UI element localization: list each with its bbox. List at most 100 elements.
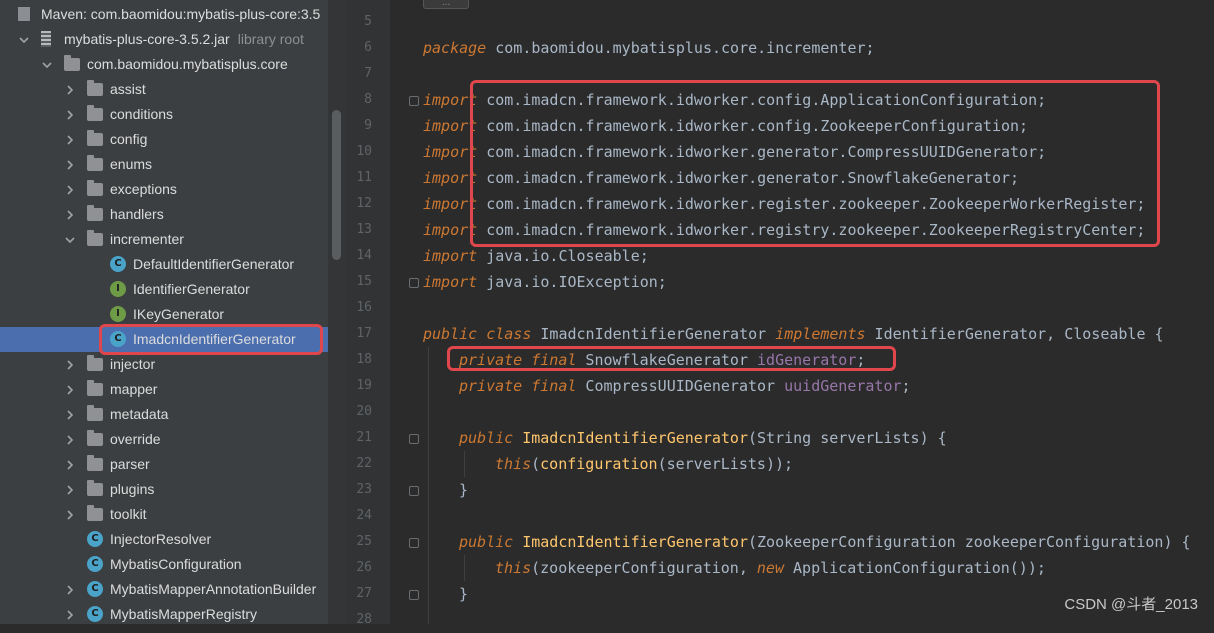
line-number[interactable]: 12	[346, 191, 372, 217]
tree-row-plugins[interactable]: plugins	[0, 477, 328, 502]
chevron-down-icon[interactable]	[41, 59, 53, 71]
tree-row-assist[interactable]: assist	[0, 77, 328, 102]
chevron-right-icon[interactable]	[64, 584, 76, 596]
chevron-right-icon[interactable]	[64, 209, 76, 221]
tree-label: Maven: com.baomidou:mybatis-plus-core:3.…	[41, 6, 321, 22]
line-number[interactable]: 19	[346, 373, 372, 399]
param-name: zookeeperConfiguration	[964, 533, 1164, 551]
line-number[interactable]: 14	[346, 243, 372, 269]
line-number[interactable]: 6	[346, 35, 372, 61]
line-number[interactable]: 22	[346, 451, 372, 477]
tree-row-package[interactable]: com.baomidou.mybatisplus.core	[0, 52, 328, 77]
tree-row-parser[interactable]: parser	[0, 452, 328, 477]
folder-icon	[87, 355, 103, 371]
line-number[interactable]: 11	[346, 165, 372, 191]
chevron-right-icon[interactable]	[64, 159, 76, 171]
chevron-right-icon[interactable]	[64, 184, 76, 196]
code-line-close-brace[interactable]: }	[423, 477, 468, 503]
tree-scrollbar[interactable]	[332, 110, 341, 260]
library-root-tag: library root	[237, 31, 304, 47]
tree-row-handlers[interactable]: handlers	[0, 202, 328, 227]
code-line-ctor1[interactable]: public ImadcnIdentifierGenerator(String …	[423, 425, 947, 451]
line-number[interactable]: 7	[346, 61, 372, 87]
chevron-right-icon[interactable]	[64, 509, 76, 521]
line-number[interactable]: 17	[346, 321, 372, 347]
chevron-down-icon[interactable]	[64, 234, 76, 246]
tree-row-override[interactable]: override	[0, 427, 328, 452]
tree-row-mybatismapperregistry[interactable]: C MybatisMapperRegistry	[0, 602, 328, 624]
line-number[interactable]: 16	[346, 295, 372, 321]
code-line-field-uuidgenerator[interactable]: private final CompressUUIDGenerator uuid…	[423, 373, 911, 399]
line-number[interactable]: 28	[346, 607, 372, 633]
code-line-ctor2-body[interactable]: this(zookeeperConfiguration, new Applica…	[423, 555, 1046, 581]
type-name: CompressUUIDGenerator	[576, 377, 785, 395]
tree-row-mybatismapperannotationbuilder[interactable]: C MybatisMapperAnnotationBuilder	[0, 577, 328, 602]
tree-row-identifiergenerator[interactable]: I IdentifierGenerator	[0, 277, 328, 302]
tree-row-incrementer[interactable]: incrementer	[0, 227, 328, 252]
line-number[interactable]: 27	[346, 581, 372, 607]
chevron-right-icon[interactable]	[64, 609, 76, 621]
class-name: ImadcnIdentifierGenerator	[531, 325, 776, 343]
chevron-right-icon[interactable]	[64, 459, 76, 471]
fold-toggle-icon[interactable]	[409, 96, 419, 106]
line-number[interactable]: 18	[346, 347, 372, 373]
folder-icon	[87, 430, 103, 446]
tree-label: toolkit	[110, 506, 147, 522]
tree-row-injector[interactable]: injector	[0, 352, 328, 377]
tree-row-mapper[interactable]: mapper	[0, 377, 328, 402]
line-number[interactable]: 13	[346, 217, 372, 243]
panel-divider[interactable]	[328, 0, 346, 624]
fold-toggle-icon[interactable]	[409, 538, 419, 548]
chevron-right-icon[interactable]	[64, 409, 76, 421]
tree-row-jar[interactable]: mybatis-plus-core-3.5.2.jar library root	[0, 27, 328, 52]
tree-row-conditions[interactable]: conditions	[0, 102, 328, 127]
package-name: com.baomidou.mybatisplus.core.incremente…	[486, 39, 875, 57]
fold-toggle-icon[interactable]	[409, 590, 419, 600]
line-number[interactable]: 9	[346, 113, 372, 139]
tree-row-injectorresolver[interactable]: C InjectorResolver	[0, 527, 328, 552]
tree-row-metadata[interactable]: metadata	[0, 402, 328, 427]
line-number[interactable]: 10	[346, 139, 372, 165]
code-line-close-brace[interactable]: }	[423, 581, 468, 607]
fold-toggle-icon[interactable]	[409, 278, 419, 288]
line-number[interactable]: 8	[346, 87, 372, 113]
line-number[interactable]: 5	[346, 9, 372, 35]
tree-row-defaultidentifiergenerator[interactable]: C DefaultIdentifierGenerator	[0, 252, 328, 277]
line-number[interactable]: 20	[346, 399, 372, 425]
chevron-right-icon[interactable]	[64, 434, 76, 446]
chevron-right-icon[interactable]	[64, 109, 76, 121]
chevron-right-icon[interactable]	[64, 484, 76, 496]
class-supertypes: IdentifierGenerator, Closeable {	[865, 325, 1164, 343]
code-line-ctor2[interactable]: public ImadcnIdentifierGenerator(Zookeep…	[423, 529, 1191, 555]
code-line-ctor1-body[interactable]: this(configuration(serverLists));	[423, 451, 793, 477]
tree-row-enums[interactable]: enums	[0, 152, 328, 177]
class-icon: C	[87, 556, 103, 572]
code-line-class-decl[interactable]: public class ImadcnIdentifierGenerator i…	[423, 321, 1164, 347]
fold-toggle-icon[interactable]	[409, 434, 419, 444]
tree-row-mybatisconfiguration[interactable]: C MybatisConfiguration	[0, 552, 328, 577]
chevron-right-icon[interactable]	[64, 84, 76, 96]
code-line-import[interactable]: import java.io.IOException;	[423, 269, 667, 295]
tree-row-config[interactable]: config	[0, 127, 328, 152]
chevron-right-icon[interactable]	[64, 359, 76, 371]
keyword: import	[423, 247, 478, 265]
tree-row-maven-root[interactable]: Maven: com.baomidou:mybatis-plus-core:3.…	[0, 2, 328, 27]
line-number[interactable]: 26	[346, 555, 372, 581]
line-number[interactable]: 15	[346, 269, 372, 295]
line-number[interactable]: 23	[346, 477, 372, 503]
folder-icon	[87, 180, 103, 196]
tree-row-toolkit[interactable]: toolkit	[0, 502, 328, 527]
code-line-package[interactable]: package com.baomidou.mybatisplus.core.in…	[423, 35, 875, 61]
fold-toggle-icon[interactable]	[409, 486, 419, 496]
constructor-call: ApplicationConfiguration());	[784, 559, 1046, 577]
chevron-down-icon[interactable]	[18, 34, 30, 46]
chevron-right-icon[interactable]	[64, 384, 76, 396]
line-number[interactable]: 24	[346, 503, 372, 529]
tree-row-exceptions[interactable]: exceptions	[0, 177, 328, 202]
line-number[interactable]: 25	[346, 529, 372, 555]
chevron-right-icon[interactable]	[64, 134, 76, 146]
import-path: java.io.IOException;	[477, 273, 667, 291]
argument: zookeeperConfiguration	[540, 559, 739, 577]
line-number[interactable]: 21	[346, 425, 372, 451]
folded-code-marker[interactable]: ...	[423, 0, 469, 9]
